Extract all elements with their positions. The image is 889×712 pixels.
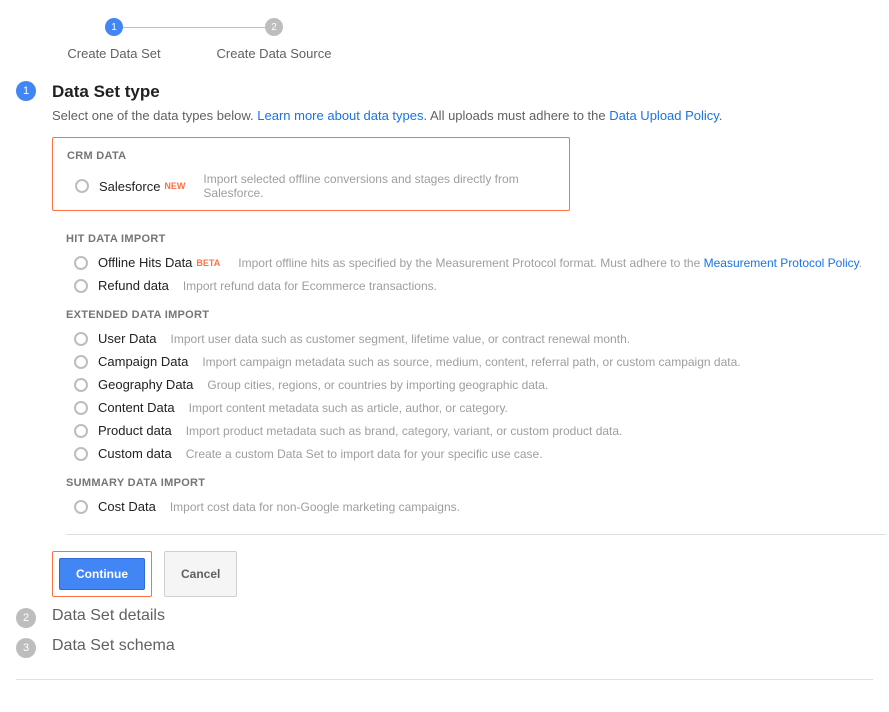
button-row: Continue Cancel <box>52 551 886 597</box>
radio-refund-data[interactable] <box>74 279 88 293</box>
radio-user-data[interactable] <box>74 332 88 346</box>
refund-label: Refund data <box>98 278 169 293</box>
continue-button[interactable]: Continue <box>59 558 145 590</box>
geography-label: Geography Data <box>98 377 193 392</box>
product-desc: Import product metadata such as brand, c… <box>186 424 623 438</box>
option-custom-data[interactable]: Custom data Create a custom Data Set to … <box>52 442 886 465</box>
option-cost-data[interactable]: Cost Data Import cost data for non-Googl… <box>52 495 886 518</box>
content-label: Content Data <box>98 400 175 415</box>
intro-text-mid: . All uploads must adhere to the <box>424 108 610 123</box>
radio-content-data[interactable] <box>74 401 88 415</box>
campaign-label: Campaign Data <box>98 354 188 369</box>
radio-salesforce[interactable] <box>75 179 89 193</box>
radio-geography-data[interactable] <box>74 378 88 392</box>
radio-product-data[interactable] <box>74 424 88 438</box>
option-user-data[interactable]: User Data Import user data such as custo… <box>52 327 886 350</box>
option-content-data[interactable]: Content Data Import content metadata suc… <box>52 396 886 419</box>
intro-text-prefix: Select one of the data types below. <box>52 108 257 123</box>
section-3-title: Data Set schema <box>52 635 175 655</box>
hit-data-group: HIT DATA IMPORT Offline Hits Data BETA I… <box>52 221 886 297</box>
learn-more-link[interactable]: Learn more about data types <box>257 108 423 123</box>
option-refund-data[interactable]: Refund data Import refund data for Ecomm… <box>52 274 886 297</box>
extended-header: EXTENDED DATA IMPORT <box>52 297 886 327</box>
option-product-data[interactable]: Product data Import product metadata suc… <box>52 419 886 442</box>
refund-desc: Import refund data for Ecommerce transac… <box>183 279 437 293</box>
step-2-label: Create Data Source <box>217 46 332 61</box>
offline-desc-pre: Import offline hits as specified by the … <box>238 256 703 270</box>
section-1-intro: Select one of the data types below. Lear… <box>52 108 886 123</box>
salesforce-badge: NEW <box>164 181 185 191</box>
summary-header: SUMMARY DATA IMPORT <box>52 465 886 495</box>
cost-desc: Import cost data for non-Google marketin… <box>170 500 460 514</box>
offline-hits-badge: BETA <box>196 258 220 268</box>
crm-data-highlight: CRM DATA Salesforce NEW Import selected … <box>52 137 570 211</box>
user-data-desc: Import user data such as customer segmen… <box>171 332 631 346</box>
salesforce-label: Salesforce <box>99 179 160 194</box>
option-campaign-data[interactable]: Campaign Data Import campaign metadata s… <box>52 350 886 373</box>
section-2-number: 2 <box>16 608 36 628</box>
summary-data-group: SUMMARY DATA IMPORT Cost Data Import cos… <box>52 465 886 518</box>
section-2-title: Data Set details <box>52 605 165 625</box>
section-1: 1 Data Set type Select one of the data t… <box>16 81 873 597</box>
campaign-desc: Import campaign metadata such as source,… <box>202 355 740 369</box>
section-3-number: 3 <box>16 638 36 658</box>
product-label: Product data <box>98 423 172 438</box>
cost-label: Cost Data <box>98 499 156 514</box>
step-2-circle: 2 <box>265 18 283 36</box>
hit-data-header: HIT DATA IMPORT <box>52 221 886 251</box>
section-2: 2 Data Set details <box>16 605 873 631</box>
option-salesforce[interactable]: Salesforce NEW Import selected offline c… <box>53 168 569 204</box>
step-1-circle: 1 <box>105 18 123 36</box>
cancel-button[interactable]: Cancel <box>164 551 237 597</box>
crm-data-header: CRM DATA <box>53 138 569 168</box>
divider <box>66 534 886 535</box>
measurement-protocol-link[interactable]: Measurement Protocol Policy <box>704 256 859 270</box>
offline-hits-label: Offline Hits Data <box>98 255 192 270</box>
extended-data-group: EXTENDED DATA IMPORT User Data Import us… <box>52 297 886 465</box>
step-1-label: Create Data Set <box>67 46 160 61</box>
radio-cost-data[interactable] <box>74 500 88 514</box>
stepper-step-2: 2 Create Data Source <box>194 18 354 61</box>
section-1-title: Data Set type <box>52 81 886 102</box>
offline-hits-desc: Import offline hits as specified by the … <box>238 256 862 270</box>
stepper-step-1: 1 Create Data Set <box>34 18 194 61</box>
custom-desc: Create a custom Data Set to import data … <box>186 447 543 461</box>
user-data-label: User Data <box>98 331 157 346</box>
radio-custom-data[interactable] <box>74 447 88 461</box>
option-geography-data[interactable]: Geography Data Group cities, regions, or… <box>52 373 886 396</box>
main-content: 1 Data Set type Select one of the data t… <box>16 81 873 680</box>
geography-desc: Group cities, regions, or countries by i… <box>207 378 548 392</box>
data-upload-policy-link[interactable]: Data Upload Policy <box>609 108 719 123</box>
section-3: 3 Data Set schema <box>16 635 873 661</box>
intro-text-suffix: . <box>719 108 723 123</box>
option-offline-hits[interactable]: Offline Hits Data BETA Import offline hi… <box>52 251 886 274</box>
radio-offline-hits[interactable] <box>74 256 88 270</box>
continue-highlight: Continue <box>52 551 152 597</box>
content-desc: Import content metadata such as article,… <box>189 401 508 415</box>
custom-label: Custom data <box>98 446 172 461</box>
section-1-number: 1 <box>16 81 36 101</box>
wizard-stepper: 1 Create Data Set 2 Create Data Source <box>0 0 889 71</box>
radio-campaign-data[interactable] <box>74 355 88 369</box>
offline-desc-post: . <box>859 256 862 270</box>
salesforce-desc: Import selected offline conversions and … <box>203 172 569 200</box>
